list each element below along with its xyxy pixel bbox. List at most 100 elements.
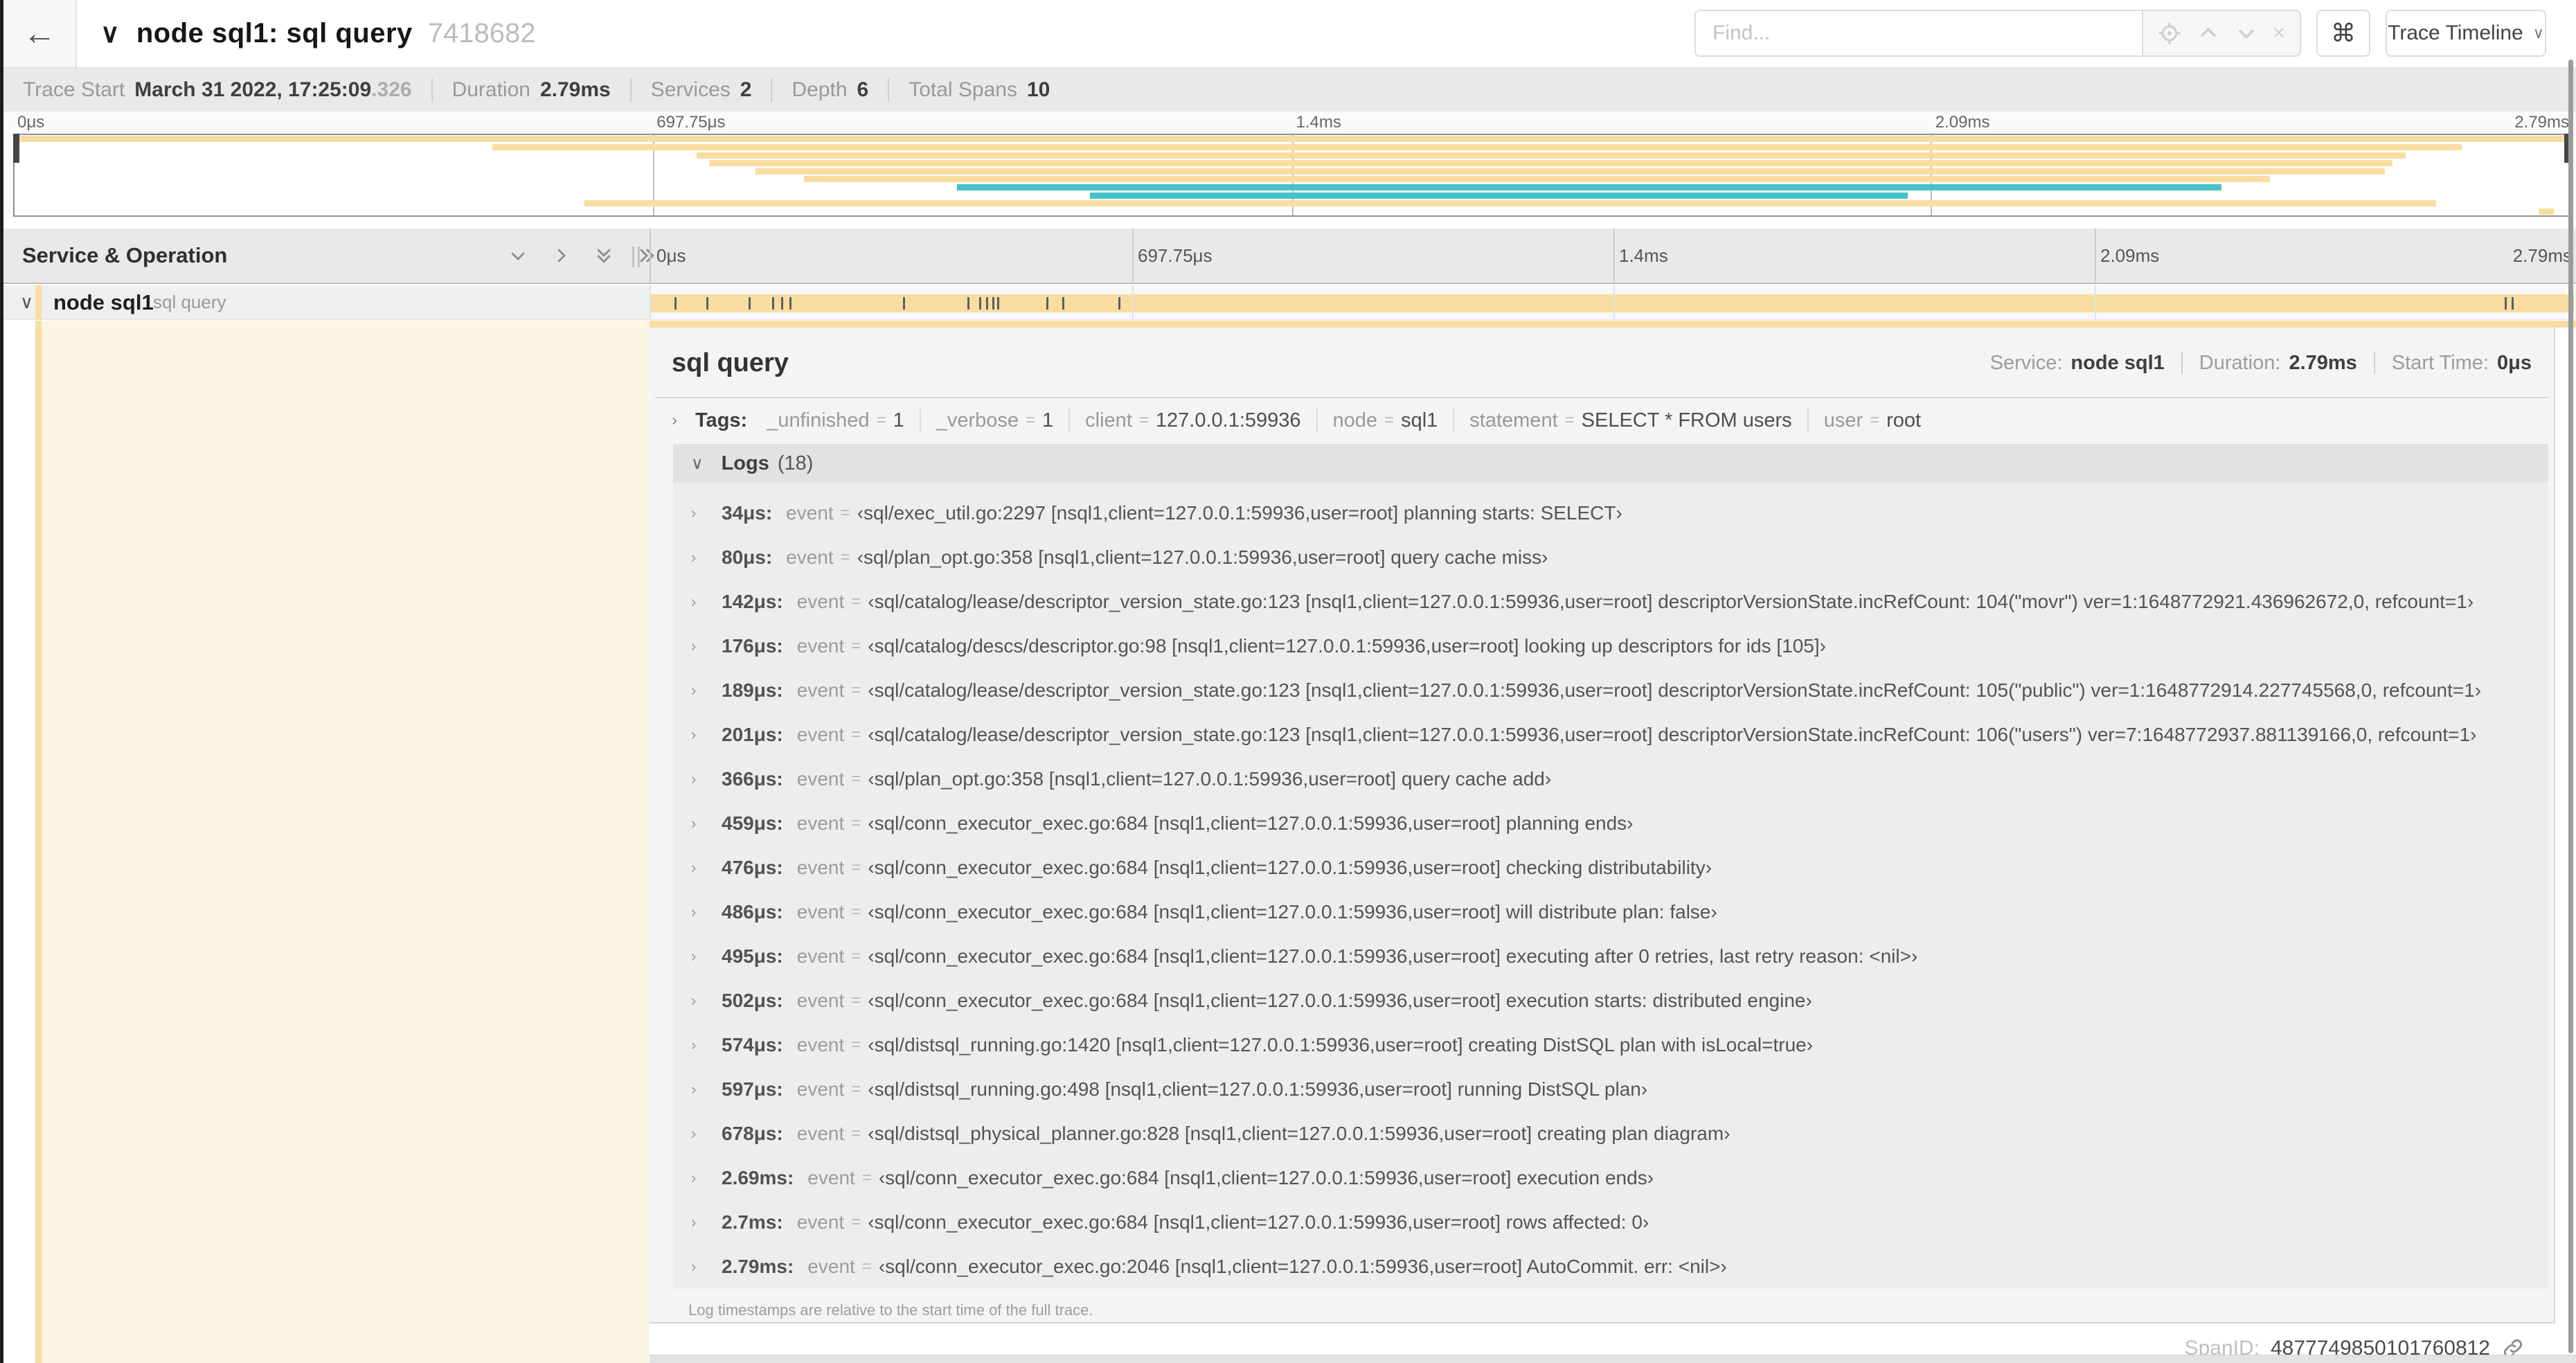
find-input[interactable] [1694,10,2143,57]
chevron-right-icon[interactable]: › [691,1036,722,1054]
chevron-down-icon[interactable]: ∨ [100,18,120,49]
tag-item[interactable]: statement = SELECT * FROM users [1469,409,1791,432]
log-row[interactable]: › 2.79ms: event = ‹sql/conn_executor_exec.go… [673,1245,2548,1289]
chevron-right-icon[interactable]: › [672,411,677,430]
log-row[interactable]: › 502μs: event = ‹sql/conn_executor_exec.go:… [673,979,2548,1023]
log-row[interactable]: › 201μs: event = ‹sql/catalog/lease/descript… [673,713,2548,757]
log-marker[interactable] [1118,297,1120,310]
log-row[interactable]: › 678μs: event = ‹sql/distsql_physical_plann… [673,1112,2548,1156]
log-marker[interactable] [789,297,792,310]
log-marker[interactable] [985,297,988,310]
column-resizer[interactable] [632,247,645,267]
vertical-scrollbar[interactable] [2568,60,2573,1353]
chevron-right-icon[interactable]: › [691,504,722,522]
log-marker[interactable] [992,297,994,310]
chevron-right-icon[interactable]: › [691,814,722,832]
log-marker[interactable] [772,297,775,310]
log-row[interactable]: › 495μs: event = ‹sql/conn_executor_exec.go:… [673,934,2548,979]
ruler-gridline [1132,229,1134,283]
back-button[interactable]: ← [3,0,77,67]
log-marker[interactable] [2512,297,2514,310]
log-marker[interactable] [2505,297,2507,310]
log-timestamp: 495μs: [722,945,783,967]
log-marker[interactable] [781,297,784,310]
chevron-right-icon[interactable]: › [691,947,722,965]
viewport-left-handle[interactable] [13,134,19,163]
log-timestamp: 678μs: [722,1123,783,1144]
chevron-right-icon[interactable]: › [691,1213,722,1231]
divider [1316,409,1318,432]
span-timeline-cell[interactable] [650,285,2576,320]
tag-item[interactable]: user = root [1824,409,1921,432]
span-name-cell[interactable]: ∨ node sql1 sql query [3,285,650,320]
chevron-right-icon[interactable]: › [691,1169,722,1187]
span-detail-title: sql query [672,348,789,377]
log-row[interactable]: › 142μs: event = ‹sql/catalog/lease/descript… [673,580,2548,624]
log-row[interactable]: › 476μs: event = ‹sql/conn_executor_exec.go:… [673,846,2548,890]
summary-item: Total Spans 10 [909,78,1050,102]
log-marker[interactable] [903,297,906,310]
chevron-right-icon[interactable]: › [691,593,722,611]
log-row[interactable]: › 2.7ms: event = ‹sql/conn_executor_exec.go:… [673,1200,2548,1245]
chevron-right-icon[interactable]: › [691,903,722,921]
tags-row[interactable]: › Tags: _unfinished = 1 _verbose = 1 client = 12… [650,398,2554,443]
log-marker[interactable] [996,297,999,310]
chevron-right-icon[interactable]: › [691,726,722,744]
log-row[interactable]: › 34μs: event = ‹sql/exec_util.go:2297 [nsql… [673,491,2548,535]
logs-list: › 34μs: event = ‹sql/exec_util.go:2297 [nsql… [673,483,2548,1289]
chevron-right-icon[interactable]: › [691,1125,722,1143]
chevron-right-icon[interactable]: › [691,637,722,655]
collapse-all-icon[interactable] [593,245,614,266]
log-row[interactable]: › 486μs: event = ‹sql/conn_executor_exec.go:… [673,890,2548,934]
keyboard-shortcuts-button[interactable]: ⌘ [2316,10,2370,57]
tag-item[interactable]: _verbose = 1 [936,409,1053,432]
log-row[interactable]: › 176μs: event = ‹sql/catalog/descs/descript… [673,624,2548,668]
log-marker[interactable] [967,297,969,310]
log-message: ‹sql/conn_executor_exec.go:684 [nsql1,cl… [868,812,1634,834]
log-row[interactable]: › 459μs: event = ‹sql/conn_executor_exec.go:… [673,801,2548,846]
locate-icon[interactable] [2158,21,2181,45]
log-row[interactable]: › 597μs: event = ‹sql/distsql_running.go:498… [673,1067,2548,1112]
span-duration-bar[interactable] [651,294,2574,312]
minimap-span-band [15,175,2569,184]
chevron-right-icon[interactable]: › [691,682,722,700]
expand-one-icon[interactable] [551,245,571,266]
divider [1453,409,1455,432]
log-marker[interactable] [749,297,751,310]
chevron-right-icon[interactable]: › [691,1080,722,1098]
chevron-down-icon[interactable] [2235,21,2258,45]
chevron-right-icon[interactable]: › [691,992,722,1010]
trace-view-selector[interactable]: Trace Timeline ∨ [2386,10,2546,57]
log-row[interactable]: › 80μs: event = ‹sql/plan_opt.go:358 [nsql1,… [673,535,2548,580]
equals-sign: = [1138,411,1149,429]
minimap-canvas[interactable] [13,134,2570,217]
chevron-right-icon[interactable]: › [691,549,722,567]
minimap-span-bar [755,168,2386,175]
clear-search-icon[interactable]: × [2273,23,2285,44]
log-marker[interactable] [1062,297,1065,310]
log-row[interactable]: › 574μs: event = ‹sql/distsql_running.go:142… [673,1023,2548,1067]
chevron-right-icon[interactable]: › [691,770,722,788]
tag-item[interactable]: client = 127.0.0.1:59936 [1085,409,1300,432]
tag-value: 127.0.0.1:59936 [1155,409,1301,431]
minimap-span-band [15,143,2569,152]
log-marker[interactable] [1046,297,1049,310]
collapse-one-icon[interactable] [508,245,528,266]
tag-key: client [1085,409,1132,431]
log-timestamp: 459μs: [722,812,783,834]
chevron-up-icon[interactable] [2197,21,2220,45]
logs-header[interactable]: ∨ Logs (18) [673,444,2548,483]
tag-item[interactable]: _unfinished = 1 [767,409,904,432]
log-marker[interactable] [706,297,708,310]
log-marker[interactable] [674,297,677,310]
log-row[interactable]: › 189μs: event = ‹sql/catalog/lease/descript… [673,668,2548,713]
log-marker[interactable] [978,297,981,310]
chevron-right-icon[interactable]: › [691,859,722,877]
chevron-down-icon[interactable]: ∨ [20,285,33,319]
log-row[interactable]: › 366μs: event = ‹sql/plan_opt.go:358 [nsql1… [673,757,2548,801]
tag-item[interactable]: node = sql1 [1333,409,1438,432]
command-icon: ⌘ [2331,19,2356,47]
trace-id: 7418682 [427,18,536,48]
chevron-right-icon[interactable]: › [691,1258,722,1276]
log-row[interactable]: › 2.69ms: event = ‹sql/conn_executor_exec.go… [673,1156,2548,1200]
